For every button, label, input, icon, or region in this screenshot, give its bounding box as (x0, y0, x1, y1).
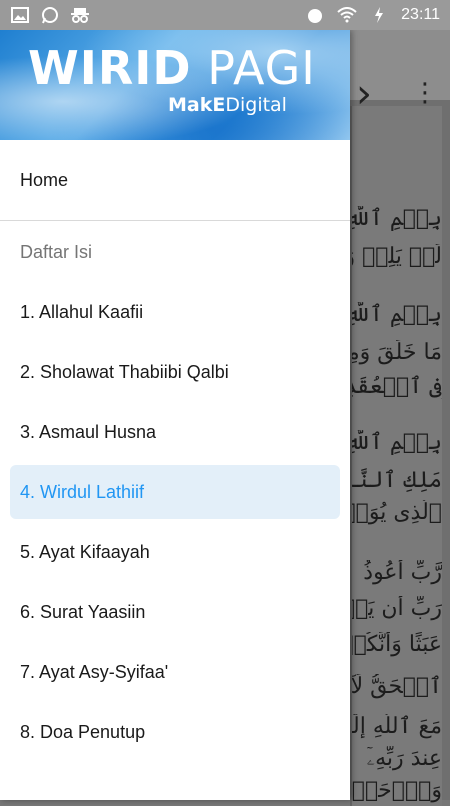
arabic-line: ٱلۡحَقُّ لَآ إِلَٰهَ (352, 674, 442, 699)
overflow-menu-icon[interactable]: ⋮ (412, 80, 438, 106)
arabic-line: عِندَ رَبِّهِۦٓ (366, 746, 442, 771)
arabic-line: وَٱرۡحَمۡ وَأَنتَ (352, 778, 442, 803)
app-subtitle-light: Digital (225, 94, 287, 116)
menu-item-label: 5. Ayat Kifaayah (20, 541, 150, 562)
clock-time: 23:11 (401, 6, 440, 23)
menu-item-label: 1. Allahul Kaafii (20, 301, 144, 322)
arabic-line: عَبَثًا وَأَنَّكُمۡ (352, 632, 442, 657)
arabic-line: بِسۡمِ ٱللَّهِ ٱلرَّ (352, 302, 442, 327)
arabic-line: مَلِكِ ٱلنَّاسِ (352, 468, 442, 493)
menu-item-wirdul-lathiif[interactable]: 4. Wirdul Lathiif (0, 462, 350, 522)
arabic-line: رَّبِّ أَعُوذُ (363, 560, 442, 585)
nav-home-label: Home (20, 169, 69, 190)
menu-item-label: 6. Surat Yaasiin (20, 601, 146, 622)
arabic-line: فِى ٱلۡعُقَدِ (352, 374, 442, 399)
menu-item-sholawat-thabiibi-qalbi[interactable]: 2. Sholawat Thabiibi Qalbi (0, 342, 350, 402)
drawer-header: WIRID PAGI MakEDigital (0, 30, 350, 140)
status-bar: 23:11 (0, 0, 450, 30)
app-title-light: PAGI (191, 41, 316, 95)
menu-item-ayat-kifaayah[interactable]: 5. Ayat Kifaayah (0, 522, 350, 582)
arabic-line: بِسۡمِ ٱللَّهِ ٱلرَّ (352, 430, 442, 455)
section-title: Daftar Isi (20, 242, 93, 262)
arabic-text-card: بِسۡمِ ٱللَّهِ ٱلرَّ لَمۡ يَلِدۡ وَلَمۡ بِ… (350, 106, 442, 806)
navigation-drawer: WIRID PAGI MakEDigital Home Daftar Isi 1… (0, 30, 350, 800)
app-title: WIRID PAGI (28, 44, 316, 92)
menu-item-surat-yaasiin[interactable]: 6. Surat Yaasiin (0, 582, 350, 642)
app-subtitle-bold: MakE (168, 94, 226, 116)
alarm-icon (305, 5, 325, 25)
menu-list: 1. Allahul Kaafii 2. Sholawat Thabiibi Q… (0, 282, 350, 762)
arabic-line: مَا خَلَقَ وَمِن (352, 340, 442, 365)
battery-charging-icon (369, 5, 389, 25)
menu-item-label: 4. Wirdul Lathiif (20, 481, 145, 502)
app-subtitle: MakEDigital (168, 94, 287, 116)
divider (0, 220, 350, 221)
menu-item-label: 3. Asmaul Husna (20, 421, 157, 442)
app-title-bold: WIRID (28, 41, 192, 95)
image-icon (10, 5, 30, 25)
menu-item-label: 7. Ayat Asy-Syifaa' (20, 661, 169, 682)
menu-item-allahul-kaafii[interactable]: 1. Allahul Kaafii (0, 282, 350, 342)
arabic-line: لَمۡ يَلِدۡ وَلَمۡ (352, 244, 442, 269)
incognito-icon (70, 5, 90, 25)
arabic-line: رَبِّ أَن يَحۡضُرُونِ (352, 596, 442, 621)
nav-home[interactable]: Home (0, 140, 350, 220)
menu-item-label: 8. Doa Penutup (20, 721, 146, 742)
menu-item-doa-penutup[interactable]: 8. Doa Penutup (0, 702, 350, 762)
whatsapp-icon (40, 5, 60, 25)
menu-item-label: 2. Sholawat Thabiibi Qalbi (20, 361, 229, 382)
menu-item-asmaul-husna[interactable]: 3. Asmaul Husna (0, 402, 350, 462)
wifi-icon (337, 5, 357, 25)
arabic-line: مَعَ ٱللَّهِ إِلَٰهًا (352, 714, 442, 739)
menu-item-ayat-asy-syifaa[interactable]: 7. Ayat Asy-Syifaa' (0, 642, 350, 702)
arabic-line: بِسۡمِ ٱللَّهِ ٱلرَّ (352, 206, 442, 231)
arabic-line: ٱلَّذِى يُوَسۡوِسُ (352, 500, 442, 525)
